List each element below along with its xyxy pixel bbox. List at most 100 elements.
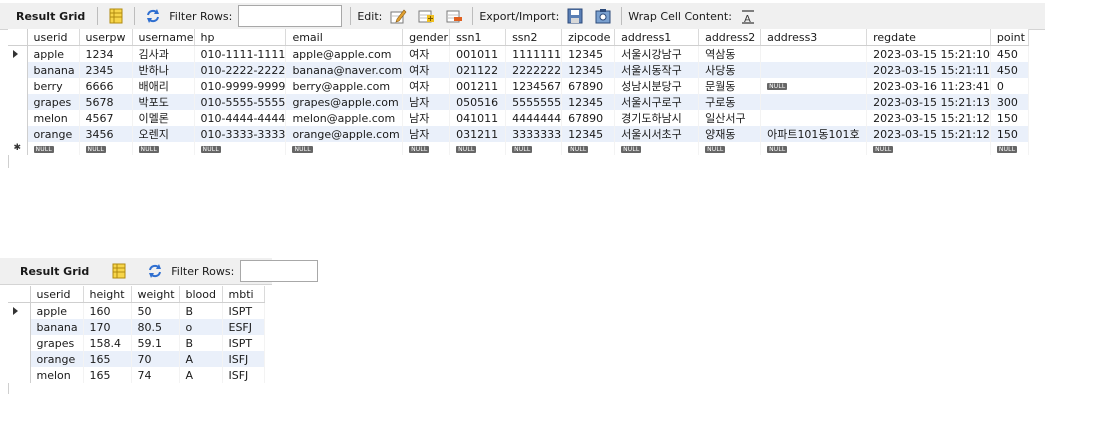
cell-point[interactable]: 150 xyxy=(990,110,1029,126)
cell-username[interactable]: 배애리 xyxy=(132,78,195,94)
cell-hp[interactable]: 010-4444-4444 xyxy=(194,110,287,126)
new-cell-address2[interactable]: NULL xyxy=(698,142,762,155)
row-header[interactable] xyxy=(8,335,31,351)
cell-userid[interactable]: berry xyxy=(27,78,80,94)
cell-regdate[interactable]: 2023-03-15 15:21:12 xyxy=(866,110,991,126)
cell-hp[interactable]: 010-2222-2222 xyxy=(194,62,287,78)
cell-address1[interactable]: 서울시강남구 xyxy=(614,45,700,62)
cell-point[interactable]: 0 xyxy=(990,78,1029,94)
new-cell-ssn1[interactable]: NULL xyxy=(449,142,507,155)
grid-form-icon[interactable] xyxy=(110,262,128,280)
cell-mbti[interactable]: ISPT xyxy=(222,302,265,319)
cell-address2[interactable]: 사당동 xyxy=(698,62,762,78)
row-header[interactable] xyxy=(8,110,28,126)
cell-userid[interactable]: apple xyxy=(27,45,80,62)
new-cell-ssn2[interactable]: NULL xyxy=(505,142,563,155)
table-row[interactable]: melon 4567 이멜론 010-4444-4444 melon@apple.com… xyxy=(8,110,1029,126)
delete-row-icon[interactable] xyxy=(445,7,463,25)
refresh-icon[interactable] xyxy=(146,262,164,280)
table-row[interactable]: apple 160 50 B ISPT xyxy=(8,302,265,319)
cell-height[interactable]: 165 xyxy=(83,367,132,383)
table-row[interactable]: grapes 158.4 59.1 B ISPT xyxy=(8,335,265,351)
new-row[interactable]: ✱ NULL NULL NULL NULL NULL NULL NULL NULL NULL NUL… xyxy=(8,142,1029,155)
table-row[interactable]: banana 170 80.5 o ESFJ xyxy=(8,319,265,335)
column-header-regdate[interactable]: regdate xyxy=(866,29,991,46)
row-header[interactable] xyxy=(8,62,28,78)
cell-ssn2[interactable]: 2222222 xyxy=(505,62,563,78)
cell-weight[interactable]: 80.5 xyxy=(131,319,180,335)
cell-ssn1[interactable]: 041011 xyxy=(449,110,507,126)
cell-userid[interactable]: grapes xyxy=(27,94,80,110)
column-header-username[interactable]: username xyxy=(132,29,195,46)
wrap-text-icon[interactable]: A xyxy=(739,7,757,25)
current-row-pointer-icon[interactable] xyxy=(8,302,31,319)
cell-email[interactable]: grapes@apple.com xyxy=(285,94,404,110)
cell-ssn1[interactable]: 001011 xyxy=(449,45,507,62)
grid-form-icon[interactable] xyxy=(107,7,125,25)
cell-gender[interactable]: 남자 xyxy=(402,126,451,142)
column-header-weight[interactable]: weight xyxy=(131,286,180,303)
cell-address1[interactable]: 서울시동작구 xyxy=(614,62,700,78)
cell-address1[interactable]: 성남시분당구 xyxy=(614,78,700,94)
cell-userid[interactable]: banana xyxy=(30,319,84,335)
cell-ssn2[interactable]: 1234567 xyxy=(505,78,563,94)
add-row-icon[interactable] xyxy=(417,7,435,25)
new-cell-email[interactable]: NULL xyxy=(285,142,404,155)
cell-weight[interactable]: 50 xyxy=(131,302,180,319)
cell-userid[interactable]: apple xyxy=(30,302,84,319)
cell-email[interactable]: banana@naver.com xyxy=(285,62,404,78)
column-header-mbti[interactable]: mbti xyxy=(222,286,265,303)
table-row[interactable]: orange 165 70 A ISFJ xyxy=(8,351,265,367)
new-row-marker-icon[interactable]: ✱ xyxy=(8,142,28,155)
column-header-point[interactable]: point xyxy=(990,29,1029,46)
refresh-icon[interactable] xyxy=(144,7,162,25)
column-header-address1[interactable]: address1 xyxy=(614,29,700,46)
cell-blood[interactable]: A xyxy=(179,351,223,367)
new-cell-point[interactable]: NULL xyxy=(990,142,1029,155)
cell-zipcode[interactable]: 12345 xyxy=(561,45,616,62)
cell-gender[interactable]: 남자 xyxy=(402,110,451,126)
cell-userpw[interactable]: 5678 xyxy=(79,94,133,110)
cell-userpw[interactable]: 1234 xyxy=(79,45,133,62)
cell-mbti[interactable]: ISFJ xyxy=(222,351,265,367)
cell-regdate[interactable]: 2023-03-15 15:21:11 xyxy=(866,62,991,78)
row-header[interactable] xyxy=(8,319,31,335)
cell-blood[interactable]: A xyxy=(179,367,223,383)
table-row[interactable]: grapes 5678 박포도 010-5555-5555 grapes@apple.c… xyxy=(8,94,1029,110)
edit-row-icon[interactable] xyxy=(389,7,407,25)
cell-gender[interactable]: 남자 xyxy=(402,94,451,110)
new-cell-userpw[interactable]: NULL xyxy=(79,142,133,155)
cell-point[interactable]: 150 xyxy=(990,126,1029,142)
cell-username[interactable]: 반하나 xyxy=(132,62,195,78)
cell-address2[interactable]: 구로동 xyxy=(698,94,762,110)
cell-height[interactable]: 158.4 xyxy=(83,335,132,351)
column-header-height[interactable]: height xyxy=(83,286,132,303)
cell-userid[interactable]: grapes xyxy=(30,335,84,351)
column-header-ssn1[interactable]: ssn1 xyxy=(449,29,507,46)
column-header-zipcode[interactable]: zipcode xyxy=(561,29,616,46)
filter-rows-input[interactable] xyxy=(240,260,319,282)
cell-ssn1[interactable]: 021122 xyxy=(449,62,507,78)
cell-point[interactable]: 300 xyxy=(990,94,1029,110)
cell-mbti[interactable]: ESFJ xyxy=(222,319,265,335)
cell-username[interactable]: 김사과 xyxy=(132,45,195,62)
cell-address3[interactable]: NULL xyxy=(760,78,868,94)
column-header-hp[interactable]: hp xyxy=(194,29,287,46)
cell-hp[interactable]: 010-9999-9999 xyxy=(194,78,287,94)
cell-userid[interactable]: orange xyxy=(27,126,80,142)
cell-userpw[interactable]: 2345 xyxy=(79,62,133,78)
cell-height[interactable]: 160 xyxy=(83,302,132,319)
row-header[interactable] xyxy=(8,126,28,142)
cell-address3[interactable] xyxy=(760,110,868,126)
cell-regdate[interactable]: 2023-03-15 15:21:13 xyxy=(866,94,991,110)
table-row[interactable]: orange 3456 오렌지 010-3333-3333 orange@apple.c… xyxy=(8,126,1029,142)
cell-ssn2[interactable]: 4444444 xyxy=(505,110,563,126)
cell-ssn1[interactable]: 031211 xyxy=(449,126,507,142)
export-icon[interactable] xyxy=(566,7,584,25)
new-cell-zipcode[interactable]: NULL xyxy=(561,142,616,155)
cell-zipcode[interactable]: 67890 xyxy=(561,78,616,94)
cell-hp[interactable]: 010-1111-1111 xyxy=(194,45,287,62)
cell-regdate[interactable]: 2023-03-16 11:23:41 xyxy=(866,78,991,94)
cell-hp[interactable]: 010-5555-5555 xyxy=(194,94,287,110)
cell-address3[interactable] xyxy=(760,94,868,110)
